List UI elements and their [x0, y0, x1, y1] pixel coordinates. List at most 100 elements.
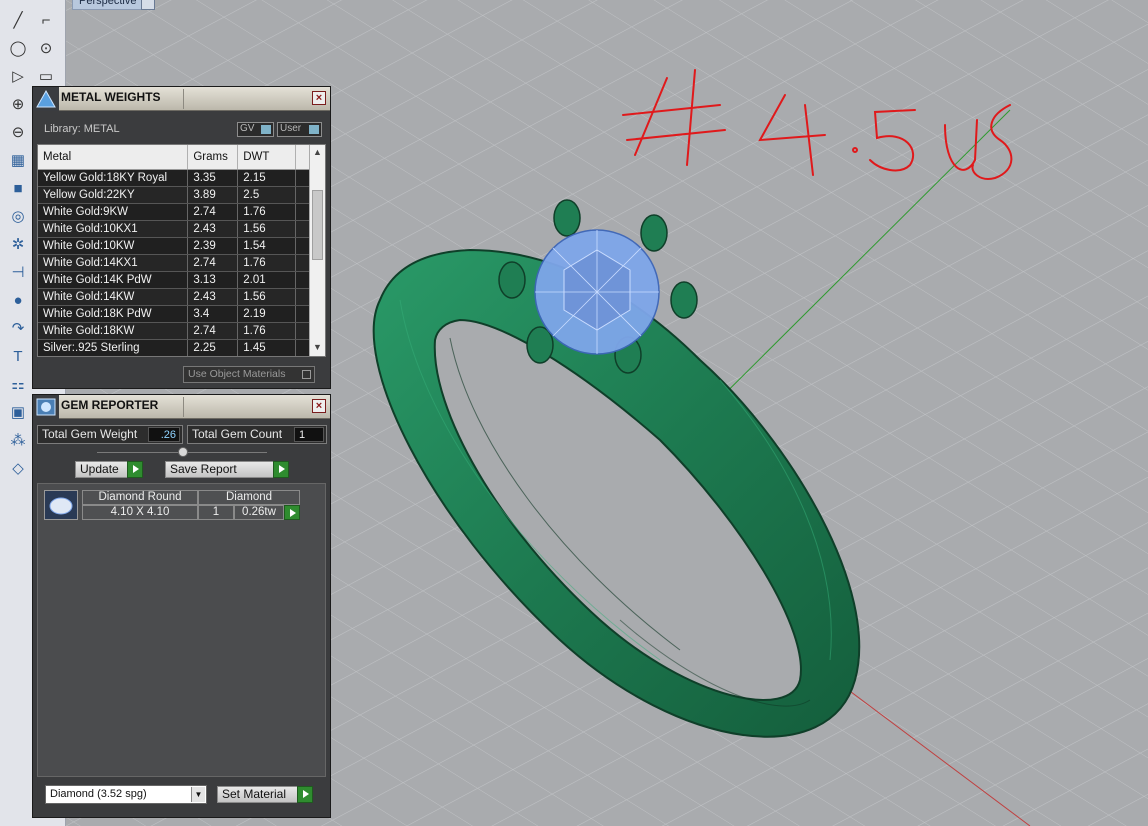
table-row[interactable]: Silver:.925 Sterling 2.25 1.45: [38, 339, 310, 356]
spacer-cell: [295, 169, 310, 187]
diamond-model[interactable]: [534, 229, 660, 355]
column-header-metal[interactable]: Metal: [38, 145, 189, 170]
gem-icon[interactable]: ◇: [6, 456, 30, 480]
control-points-icon[interactable]: ⌐: [34, 8, 58, 32]
boolean-icon[interactable]: ●: [6, 288, 30, 312]
play-icon: [297, 786, 313, 803]
box-icon[interactable]: ■: [6, 176, 30, 200]
total-gem-weight-value[interactable]: .26: [148, 427, 180, 442]
gem-panel-titlebar[interactable]: GEM REPORTER ×: [33, 395, 330, 419]
viewport-label[interactable]: Perspective: [72, 0, 144, 10]
total-gem-count-value[interactable]: 1: [294, 427, 324, 442]
dwt-cell: 1.76: [237, 322, 297, 340]
metal-name-cell: White Gold:10KX1: [38, 220, 189, 238]
cylinder-icon[interactable]: ◎: [6, 204, 30, 228]
total-gem-weight-label: Total Gem Weight: [42, 427, 138, 441]
set-material-button[interactable]: Set Material: [217, 786, 313, 803]
curve-icon[interactable]: ▷: [6, 64, 30, 88]
metal-panel-titlebar[interactable]: METAL WEIGHTS ×: [33, 87, 330, 111]
spacer-cell: [295, 237, 310, 255]
column-header-grams[interactable]: Grams: [187, 145, 239, 170]
metal-name-cell: Silver:.925 Sterling: [38, 339, 189, 356]
metal-name-cell: White Gold:18K PdW: [38, 305, 189, 323]
set-material-button-label: Set Material: [222, 787, 287, 801]
use-object-materials-toggle[interactable]: Use Object Materials: [183, 366, 315, 383]
column-header-spacer: [295, 145, 310, 170]
scroll-down-icon[interactable]: ▼: [310, 342, 325, 356]
dwt-cell: 1.56: [237, 288, 297, 306]
table-row[interactable]: Yellow Gold:18KY Royal 3.35 2.15: [38, 169, 310, 187]
text-icon[interactable]: T: [6, 344, 30, 368]
grams-cell: 2.25: [187, 339, 239, 356]
user-toggle[interactable]: User: [277, 122, 322, 137]
ellipse-icon[interactable]: ⊖: [6, 120, 30, 144]
rectangle-icon[interactable]: ▭: [34, 64, 58, 88]
total-gem-count-label: Total Gem Count: [192, 427, 283, 441]
spacer-cell: [295, 271, 310, 289]
dwt-cell: 2.5: [237, 186, 297, 204]
metal-name-cell: White Gold:14K PdW: [38, 271, 189, 289]
metal-panel-title: METAL WEIGHTS: [61, 90, 161, 104]
table-scrollbar[interactable]: ▲ ▼: [309, 145, 325, 356]
dwt-cell: 1.76: [237, 254, 297, 272]
table-row[interactable]: White Gold:18K PdW 3.4 2.19: [38, 305, 310, 323]
table-row[interactable]: White Gold:10KX1 2.43 1.56: [38, 220, 310, 238]
gear-icon[interactable]: ✲: [6, 232, 30, 256]
grams-cell: 2.74: [187, 254, 239, 272]
table-row[interactable]: White Gold:14K PdW 3.13 2.01: [38, 271, 310, 289]
transform-icon[interactable]: ⊣: [6, 260, 30, 284]
gem-reporter-panel: GEM REPORTER × Total Gem Weight .26 Tota…: [32, 394, 331, 818]
table-row[interactable]: White Gold:14KX1 2.74 1.76: [38, 254, 310, 272]
close-icon[interactable]: ×: [312, 91, 326, 105]
metal-weights-table: Metal Grams DWT Yellow Gold:18KY Royal 3.35…: [37, 144, 326, 357]
grams-cell: 2.43: [187, 288, 239, 306]
save-report-button[interactable]: Save Report: [165, 461, 289, 478]
grams-cell: 3.4: [187, 305, 239, 323]
gem-panel-title: GEM REPORTER: [61, 398, 159, 412]
material-select[interactable]: Diamond (3.52 spg) ▼: [45, 785, 207, 804]
scroll-up-icon[interactable]: ▲: [310, 147, 325, 161]
spacer-cell: [295, 186, 310, 204]
table-row[interactable]: White Gold:10KW 2.39 1.54: [38, 237, 310, 255]
gv-toggle[interactable]: GV: [237, 122, 274, 137]
gem-details-button[interactable]: [284, 505, 300, 520]
grams-cell: 3.35: [187, 169, 239, 187]
array-icon[interactable]: ⚏: [6, 372, 30, 396]
table-row[interactable]: White Gold:18KW 2.74 1.76: [38, 322, 310, 340]
grams-cell: 3.13: [187, 271, 239, 289]
size-slider-handle[interactable]: [178, 447, 188, 457]
circle-target-icon[interactable]: ⊕: [6, 92, 30, 116]
dwt-cell: 2.15: [237, 169, 297, 187]
table-row[interactable]: Yellow Gold:22KY 3.89 2.5: [38, 186, 310, 204]
column-header-dwt[interactable]: DWT: [237, 145, 297, 170]
spacer-cell: [295, 305, 310, 323]
total-gem-count-field: Total Gem Count 1: [187, 425, 327, 444]
gem-count: 1: [198, 505, 234, 520]
metal-name-cell: Yellow Gold:18KY Royal: [38, 169, 189, 187]
arc-circle-icon[interactable]: ⊙: [34, 36, 58, 60]
scroll-thumb[interactable]: [312, 190, 323, 260]
dwt-cell: 1.54: [237, 237, 297, 255]
circle-icon[interactable]: ◯: [6, 36, 30, 60]
gem-reporter-icon: [33, 395, 59, 419]
close-icon[interactable]: ×: [312, 399, 326, 413]
total-gem-weight-field: Total Gem Weight .26: [37, 425, 183, 444]
table-row[interactable]: White Gold:9KW 2.74 1.76: [38, 203, 310, 221]
update-button[interactable]: Update: [75, 461, 143, 478]
surface-icon[interactable]: ▦: [6, 148, 30, 172]
dwt-cell: 1.56: [237, 220, 297, 238]
grams-cell: 2.74: [187, 322, 239, 340]
solid-icon[interactable]: ▣: [6, 400, 30, 424]
grid-icon[interactable]: ⁂: [6, 428, 30, 452]
metal-name-cell: White Gold:14KX1: [38, 254, 189, 272]
gv-toggle-label: GV: [240, 123, 255, 134]
curve-tool-icon[interactable]: ↷: [6, 316, 30, 340]
metal-name-cell: White Gold:9KW: [38, 203, 189, 221]
gem-size: 4.10 X 4.10: [82, 505, 198, 520]
table-row[interactable]: White Gold:14KW 2.43 1.56: [38, 288, 310, 306]
spacer-cell: [295, 220, 310, 238]
gem-shape: Diamond Round: [82, 490, 198, 505]
polyline-icon[interactable]: ╱: [6, 8, 30, 32]
dwt-cell: 2.19: [237, 305, 297, 323]
viewport-dropdown-button[interactable]: [141, 0, 155, 10]
